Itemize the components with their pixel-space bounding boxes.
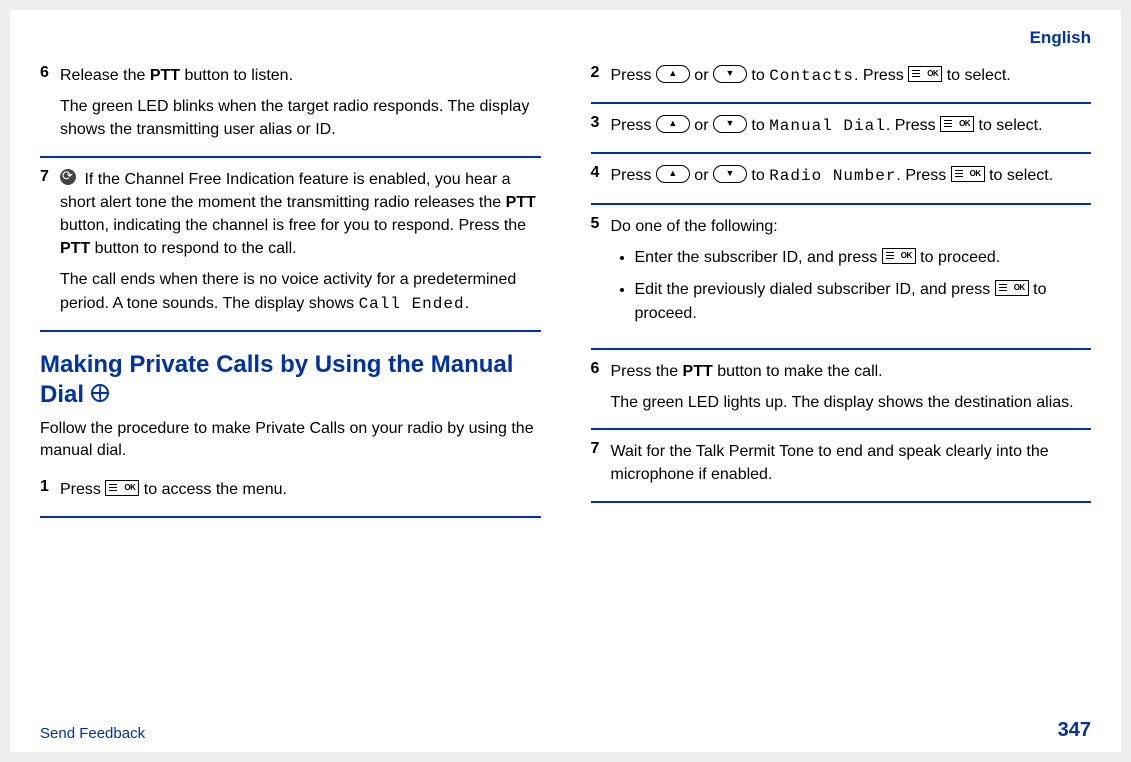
page: English 6 Release the PTT button to list… xyxy=(10,10,1121,752)
list-item: Edit the previously dialed subscriber ID… xyxy=(635,278,1092,326)
send-feedback-link[interactable]: Send Feedback xyxy=(40,725,145,742)
right-column: 2 Press or to Contacts. Press to select.… xyxy=(591,58,1092,698)
divider xyxy=(591,102,1092,104)
divider xyxy=(40,156,541,158)
step-body: Press the PTT button to make the call. T… xyxy=(611,360,1092,414)
ok-button-icon xyxy=(951,166,985,182)
divider xyxy=(591,203,1092,205)
footer: Send Feedback 347 xyxy=(40,719,1091,742)
step-number: 3 xyxy=(591,114,611,138)
left-column: 6 Release the PTT button to listen. The … xyxy=(40,58,541,698)
down-button-icon xyxy=(713,115,747,133)
ok-button-icon xyxy=(105,480,139,496)
step-2: 2 Press or to Contacts. Press to select. xyxy=(591,58,1092,98)
step-body: Press to access the menu. xyxy=(60,478,541,501)
globe-icon xyxy=(91,384,109,402)
step-7-right: 7 Wait for the Talk Permit Tone to end a… xyxy=(591,434,1092,496)
bullet-list: Enter the subscriber ID, and press to pr… xyxy=(611,246,1092,326)
divider xyxy=(40,516,541,518)
step-4: 4 Press or to Radio Number. Press to sel… xyxy=(591,158,1092,198)
step-6-right: 6 Press the PTT button to make the call.… xyxy=(591,354,1092,424)
step-body: If the Channel Free Indication feature i… xyxy=(60,168,541,316)
step-body: Do one of the following: Enter the subsc… xyxy=(611,215,1092,334)
step-body: Press or to Radio Number. Press to selec… xyxy=(611,164,1092,188)
intro-text: Follow the procedure to make Private Cal… xyxy=(40,418,541,463)
ok-button-icon xyxy=(908,66,942,82)
divider xyxy=(591,428,1092,430)
up-button-icon xyxy=(656,65,690,83)
step-6-left: 6 Release the PTT button to listen. The … xyxy=(40,58,541,152)
step-body: Press or to Manual Dial. Press to select… xyxy=(611,114,1092,138)
step-number: 1 xyxy=(40,478,60,501)
down-button-icon xyxy=(713,165,747,183)
up-button-icon xyxy=(656,115,690,133)
step-number: 4 xyxy=(591,164,611,188)
columns: 6 Release the PTT button to listen. The … xyxy=(40,58,1091,698)
up-button-icon xyxy=(656,165,690,183)
step-body: Release the PTT button to listen. The gr… xyxy=(60,64,541,142)
step-number: 6 xyxy=(40,64,60,142)
language-label: English xyxy=(40,28,1091,48)
ok-button-icon xyxy=(882,248,916,264)
step-3: 3 Press or to Manual Dial. Press to sele… xyxy=(591,108,1092,148)
divider xyxy=(591,501,1092,503)
ok-button-icon xyxy=(995,280,1029,296)
step-number: 7 xyxy=(591,440,611,486)
list-item: Enter the subscriber ID, and press to pr… xyxy=(635,246,1092,270)
step-number: 5 xyxy=(591,215,611,334)
step-number: 6 xyxy=(591,360,611,414)
step-1: 1 Press to access the menu. xyxy=(40,472,541,511)
step-5: 5 Do one of the following: Enter the sub… xyxy=(591,209,1092,344)
section-heading: Making Private Calls by Using the Manual… xyxy=(40,350,541,410)
note-icon xyxy=(60,169,76,185)
divider xyxy=(591,348,1092,350)
divider xyxy=(591,152,1092,154)
step-number: 2 xyxy=(591,64,611,88)
step-body: Press or to Contacts. Press to select. xyxy=(611,64,1092,88)
step-number: 7 xyxy=(40,168,60,316)
down-button-icon xyxy=(713,65,747,83)
step-body: Wait for the Talk Permit Tone to end and… xyxy=(611,440,1092,486)
ok-button-icon xyxy=(940,116,974,132)
page-number: 347 xyxy=(1058,719,1091,742)
divider xyxy=(40,330,541,332)
step-7-left: 7 If the Channel Free Indication feature… xyxy=(40,162,541,326)
